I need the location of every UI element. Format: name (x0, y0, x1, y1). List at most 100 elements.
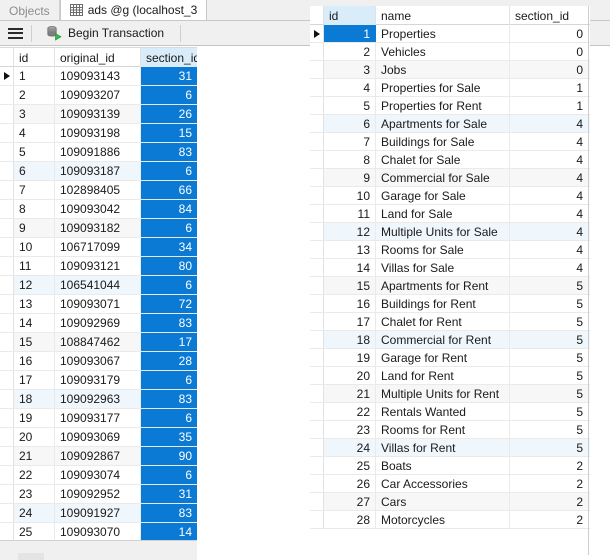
cell-section-id[interactable]: 5 (510, 349, 588, 366)
cell-original-id[interactable]: 109093179 (55, 371, 141, 389)
cell-section-id[interactable]: 5 (510, 367, 588, 384)
table-row[interactable]: 6 109093187 6 (0, 162, 197, 181)
row-indicator-gutter[interactable] (310, 133, 324, 150)
begin-transaction-button[interactable]: Begin Transaction (32, 21, 172, 45)
cell-original-id[interactable]: 106717099 (55, 238, 141, 256)
cell-section-id[interactable]: 31 (141, 485, 197, 503)
row-indicator-gutter[interactable] (0, 162, 14, 180)
row-indicator-gutter[interactable] (310, 295, 324, 312)
cell-id[interactable]: 27 (324, 493, 376, 510)
cell-id[interactable]: 25 (14, 523, 55, 540)
ads-data-grid[interactable]: id original_id section_id 1 109093143 31 2 1… (0, 47, 197, 540)
cell-section-id[interactable]: 0 (510, 43, 588, 60)
cell-original-id[interactable]: 106541044 (55, 276, 141, 294)
table-row[interactable]: 12 Multiple Units for Sale 4 (310, 223, 590, 241)
cell-section-id[interactable]: 90 (141, 447, 197, 465)
table-row[interactable]: 7 102898405 66 (0, 181, 197, 200)
table-row[interactable]: 23 Rooms for Rent 5 (310, 421, 590, 439)
table-row[interactable]: 20 109093069 35 (0, 428, 197, 447)
table-row[interactable]: 7 Buildings for Sale 4 (310, 133, 590, 151)
row-indicator-gutter[interactable] (0, 390, 14, 408)
table-row[interactable]: 4 109093198 15 (0, 124, 197, 143)
row-indicator-gutter[interactable] (0, 333, 14, 351)
cell-id[interactable]: 21 (14, 447, 55, 465)
cell-original-id[interactable]: 109092963 (55, 390, 141, 408)
row-indicator-gutter[interactable] (0, 409, 14, 427)
cell-id[interactable]: 20 (14, 428, 55, 446)
sections-column-header-id[interactable]: id (324, 6, 376, 25)
cell-name[interactable]: Motorcycles (376, 511, 510, 528)
cell-original-id[interactable]: 109093067 (55, 352, 141, 370)
cell-section-id[interactable]: 4 (510, 241, 588, 258)
row-indicator-gutter[interactable] (0, 314, 14, 332)
cell-id[interactable]: 3 (14, 105, 55, 123)
ads-column-header-section-id[interactable]: section_id (141, 48, 197, 67)
cell-section-id[interactable]: 5 (510, 403, 588, 420)
cell-name[interactable]: Multiple Units for Rent (376, 385, 510, 402)
table-row[interactable]: 28 Motorcycles 2 (310, 511, 590, 529)
cell-section-id[interactable]: 0 (510, 61, 588, 78)
cell-id[interactable]: 19 (14, 409, 55, 427)
cell-original-id[interactable]: 108847462 (55, 333, 141, 351)
cell-section-id[interactable]: 6 (141, 162, 197, 180)
row-indicator-gutter[interactable] (0, 124, 14, 142)
cell-section-id[interactable]: 5 (510, 385, 588, 402)
cell-name[interactable]: Vehicles (376, 43, 510, 60)
table-row[interactable]: 19 Garage for Rent 5 (310, 349, 590, 367)
cell-id[interactable]: 22 (14, 466, 55, 484)
cell-id[interactable]: 2 (324, 43, 376, 60)
cell-id[interactable]: 14 (14, 314, 55, 332)
cell-id[interactable]: 16 (324, 295, 376, 312)
row-indicator-gutter[interactable] (310, 421, 324, 438)
row-indicator-gutter[interactable] (0, 523, 14, 540)
row-indicator-gutter[interactable] (0, 219, 14, 237)
sections-data-grid[interactable]: id name section_id 1 Properties 0 2 Vehicles… (310, 6, 590, 555)
cell-id[interactable]: 1 (14, 67, 55, 85)
row-indicator-gutter[interactable] (310, 493, 324, 510)
cell-original-id[interactable]: 109091886 (55, 143, 141, 161)
cell-section-id[interactable]: 4 (510, 223, 588, 240)
table-row[interactable]: 17 109093179 6 (0, 371, 197, 390)
row-indicator-gutter[interactable] (0, 105, 14, 123)
cell-id[interactable]: 19 (324, 349, 376, 366)
cell-section-id[interactable]: 6 (141, 219, 197, 237)
cell-original-id[interactable]: 109093074 (55, 466, 141, 484)
cell-id[interactable]: 4 (324, 79, 376, 96)
row-indicator-gutter[interactable] (310, 97, 324, 114)
table-row[interactable]: 9 109093182 6 (0, 219, 197, 238)
cell-id[interactable]: 25 (324, 457, 376, 474)
table-row[interactable]: 22 Rentals Wanted 5 (310, 403, 590, 421)
table-row[interactable]: 24 109091927 83 (0, 504, 197, 523)
cell-name[interactable]: Apartments for Sale (376, 115, 510, 132)
cell-id[interactable]: 15 (324, 277, 376, 294)
cell-id[interactable]: 24 (324, 439, 376, 456)
table-row[interactable]: 2 109093207 6 (0, 86, 197, 105)
row-indicator-gutter[interactable] (0, 67, 14, 85)
table-row[interactable]: 4 Properties for Sale 1 (310, 79, 590, 97)
table-row[interactable]: 17 Chalet for Rent 5 (310, 313, 590, 331)
cell-id[interactable]: 23 (14, 485, 55, 503)
cell-name[interactable]: Commercial for Rent (376, 331, 510, 348)
cell-name[interactable]: Garage for Sale (376, 187, 510, 204)
cell-id[interactable]: 24 (14, 504, 55, 522)
row-indicator-gutter[interactable] (0, 352, 14, 370)
table-row[interactable]: 12 106541044 6 (0, 276, 197, 295)
cell-id[interactable]: 20 (324, 367, 376, 384)
cell-section-id[interactable]: 6 (141, 86, 197, 104)
cell-id[interactable]: 10 (324, 187, 376, 204)
table-row[interactable]: 14 Villas for Sale 4 (310, 259, 590, 277)
cell-section-id[interactable]: 6 (141, 466, 197, 484)
cell-id[interactable]: 18 (324, 331, 376, 348)
cell-original-id[interactable]: 109093187 (55, 162, 141, 180)
cell-section-id[interactable]: 1 (510, 97, 588, 114)
table-row[interactable]: 16 Buildings for Rent 5 (310, 295, 590, 313)
row-indicator-gutter[interactable] (310, 115, 324, 132)
cell-section-id[interactable]: 34 (141, 238, 197, 256)
table-row[interactable]: 10 Garage for Sale 4 (310, 187, 590, 205)
row-indicator-gutter[interactable] (310, 475, 324, 492)
cell-id[interactable]: 28 (324, 511, 376, 528)
cell-id[interactable]: 5 (324, 97, 376, 114)
cell-section-id[interactable]: 2 (510, 511, 588, 528)
row-indicator-gutter[interactable] (310, 259, 324, 276)
row-indicator-gutter[interactable] (310, 511, 324, 528)
